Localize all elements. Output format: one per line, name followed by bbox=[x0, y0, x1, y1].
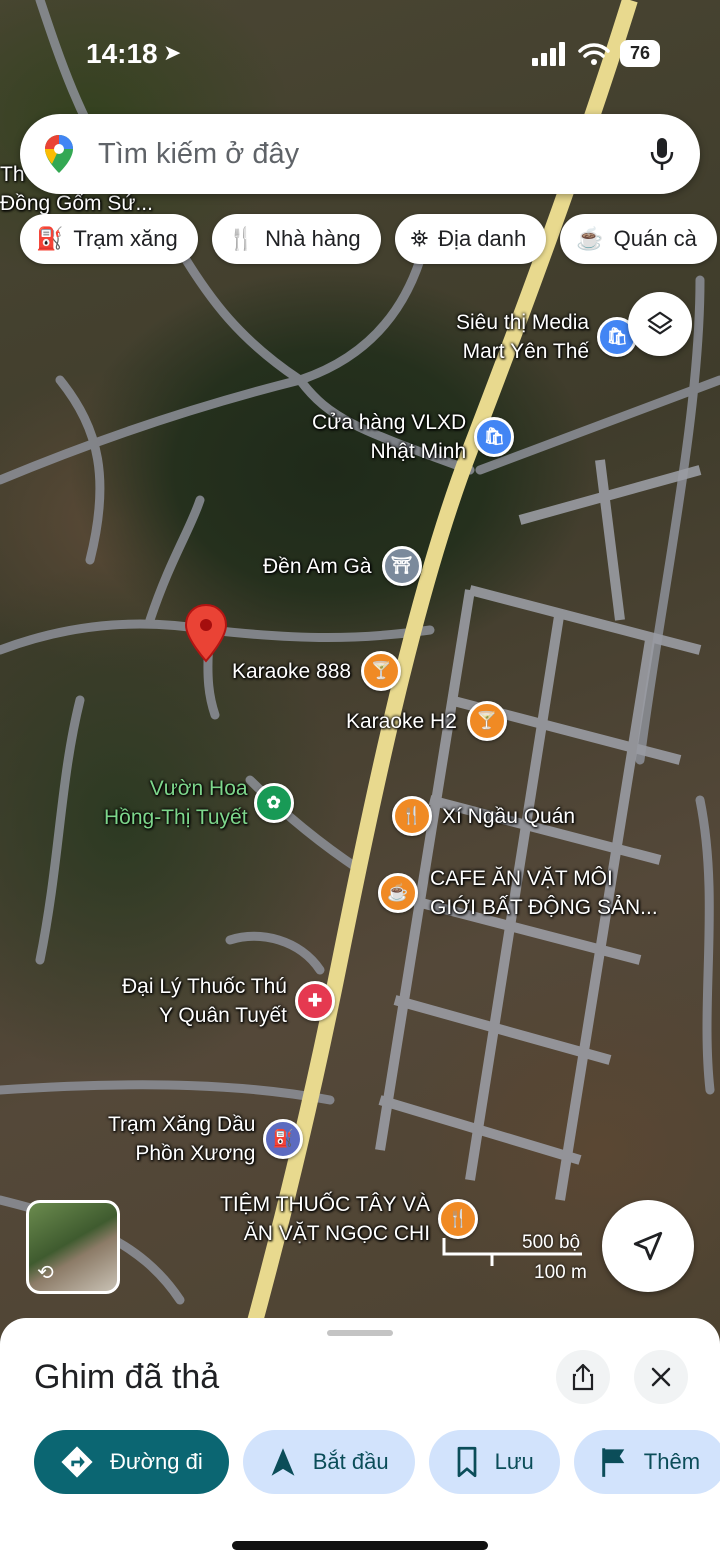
chip-restaurant[interactable]: 🍴 Nhà hàng bbox=[211, 214, 381, 264]
battery-indicator: 76 bbox=[619, 40, 660, 67]
more-button[interactable]: Thêm bbox=[573, 1430, 720, 1494]
home-indicator bbox=[232, 1541, 488, 1550]
fork-knife-icon: 🍴 bbox=[392, 796, 432, 836]
chip-label: Nhà hàng bbox=[265, 226, 361, 251]
poi-label-line2: Phồn Xương bbox=[135, 1142, 256, 1165]
poi-label-line1: Cửa hàng VLXD bbox=[312, 411, 467, 434]
directions-button[interactable]: Đường đi bbox=[34, 1430, 229, 1494]
location-arrow-icon: ➤ bbox=[163, 40, 182, 65]
chip-label: Địa danh bbox=[438, 226, 527, 251]
poi-cafe-an-vat[interactable]: ☕ CAFE ĂN VẶT MÔI GIỚI BẤT ĐỘNG SẢN... bbox=[378, 864, 658, 922]
microphone-icon[interactable] bbox=[650, 137, 674, 171]
poi-label-line1: Trạm Xăng Dầu bbox=[108, 1113, 256, 1136]
poi-karaoke-888[interactable]: Karaoke 888 🍸 bbox=[232, 651, 402, 691]
action-label: Đường đi bbox=[110, 1449, 203, 1474]
layers-icon bbox=[647, 311, 673, 335]
action-label: Bắt đầu bbox=[312, 1449, 389, 1474]
temple-icon: ⛩ bbox=[381, 546, 422, 586]
flower-icon: ✿ bbox=[253, 783, 294, 823]
close-button[interactable] bbox=[634, 1350, 688, 1404]
poi-karaoke-h2[interactable]: Karaoke H2 🍸 bbox=[346, 701, 507, 741]
bookmark-icon bbox=[455, 1446, 479, 1478]
map-layers-button[interactable] bbox=[628, 292, 692, 356]
action-label: Thêm bbox=[643, 1449, 701, 1474]
sheet-title: Ghim đã thả bbox=[34, 1358, 220, 1396]
poi-vlxd-nhat-minh[interactable]: Cửa hàng VLXD Nhật Minh 🛍 bbox=[312, 408, 515, 466]
start-button[interactable]: Bắt đầu bbox=[242, 1430, 415, 1494]
rotate-360-icon: ⟲ bbox=[37, 1262, 54, 1284]
cellular-signal-icon bbox=[531, 41, 565, 66]
share-icon bbox=[572, 1363, 594, 1391]
my-location-button[interactable] bbox=[602, 1200, 694, 1292]
directions-icon bbox=[60, 1445, 94, 1479]
poi-label-line1: CAFE ĂN VẶT MÔI bbox=[430, 867, 613, 890]
poi-sieu-thi-media-mart[interactable]: Siêu thị Media Mart Yên Thế 🛍 bbox=[456, 308, 638, 366]
poi-label-line2: ĂN VẶT NGỌC CHI bbox=[243, 1222, 431, 1245]
gas-pump-icon: ⛽ bbox=[263, 1119, 304, 1159]
street-view-thumbnail[interactable]: ⟲ bbox=[26, 1200, 120, 1294]
chip-label: Trạm xăng bbox=[73, 226, 178, 251]
poi-label-line1: Siêu thị Media bbox=[456, 311, 590, 334]
cocktail-icon: 🍸 bbox=[361, 651, 402, 691]
shopping-bag-icon: 🛍 bbox=[474, 417, 515, 457]
poi-label-line2: Nhật Minh bbox=[370, 440, 467, 463]
pharmacy-mortar-icon: ✚ bbox=[295, 981, 335, 1021]
satellite-map[interactable]: Th Đồng Gốm Sứ... Siêu thị Media Mart Yê… bbox=[0, 0, 720, 1340]
share-button[interactable] bbox=[556, 1350, 610, 1404]
poi-label: Xí Ngầu Quán bbox=[442, 804, 576, 828]
wifi-icon bbox=[578, 42, 610, 65]
chip-gas-station[interactable]: ⛽ Trạm xăng bbox=[20, 214, 198, 264]
landmark-icon: ⛯ bbox=[410, 226, 429, 251]
poi-label-line2: Y Quân Tuyết bbox=[158, 1004, 287, 1027]
bottom-sheet[interactable]: Ghim đã thả Đường đi Bắt đầu Lưu Thêm bbox=[0, 1318, 720, 1564]
scale-imperial: 500 bộ bbox=[522, 1232, 581, 1253]
poi-label: Đền Am Gà bbox=[263, 554, 372, 578]
poi-tiem-thuoc-ngoc-chi[interactable]: TIỆM THUỐC TÂY VÀ ĂN VẶT NGỌC CHI 🍴 bbox=[220, 1190, 479, 1248]
action-label: Lưu bbox=[494, 1449, 534, 1474]
gas-station-icon: ⛽ bbox=[36, 226, 64, 251]
search-bar[interactable]: Tìm kiếm ở đây bbox=[20, 114, 700, 194]
poi-label-prefix: Th bbox=[0, 163, 25, 186]
flag-icon bbox=[600, 1446, 628, 1478]
poi-vuon-hoa[interactable]: Vườn Hoa Hồng-Thị Tuyết ✿ bbox=[104, 774, 294, 832]
poi-label-line1: Vườn Hoa bbox=[149, 777, 248, 800]
poi-label-line2: Mart Yên Thế bbox=[462, 340, 590, 363]
poi-label: Karaoke H2 bbox=[346, 709, 457, 733]
poi-dai-ly-thuoc-thu-y[interactable]: Đại Lý Thuốc Thú Y Quân Tuyết ✚ bbox=[122, 972, 335, 1030]
google-maps-logo-icon bbox=[44, 134, 74, 174]
navigation-arrow-icon bbox=[633, 1231, 663, 1261]
poi-label-line2: Hồng-Thị Tuyết bbox=[104, 806, 248, 829]
poi-den-am-ga[interactable]: Đền Am Gà ⛩ bbox=[263, 546, 422, 586]
poi-label-line2: GIỚI BẤT ĐỘNG SẢN... bbox=[430, 896, 658, 919]
scale-metric: 100 m bbox=[534, 1262, 587, 1283]
chip-coffee[interactable]: ☕ Quán cà bbox=[560, 214, 717, 264]
poi-label: Karaoke 888 bbox=[232, 659, 352, 683]
fork-knife-icon: 🍴 bbox=[438, 1199, 479, 1239]
dropped-pin-icon[interactable] bbox=[184, 603, 228, 665]
restaurant-icon: 🍴 bbox=[227, 226, 256, 251]
navigation-arrow-icon bbox=[269, 1446, 297, 1478]
status-bar: 14:18 ➤ 76 bbox=[0, 0, 720, 100]
search-input[interactable]: Tìm kiếm ở đây bbox=[98, 138, 650, 171]
action-buttons: Đường đi Bắt đầu Lưu Thêm bbox=[34, 1430, 720, 1494]
cocktail-icon: 🍸 bbox=[466, 701, 507, 741]
chip-label: Quán cà bbox=[613, 226, 697, 251]
status-time: 14:18 bbox=[86, 38, 158, 69]
poi-xi-ngau-quan[interactable]: 🍴 Xí Ngầu Quán bbox=[392, 796, 575, 836]
poi-label: Đồng Gốm Sứ... bbox=[0, 192, 153, 215]
close-icon bbox=[651, 1367, 671, 1387]
poi-tram-xang-phon-xuong[interactable]: Trạm Xăng Dầu Phồn Xương ⛽ bbox=[108, 1110, 304, 1168]
sheet-drag-handle[interactable] bbox=[327, 1330, 393, 1336]
coffee-icon: ☕ bbox=[576, 226, 604, 251]
category-chips: ⛽ Trạm xăng 🍴 Nhà hàng ⛯ Địa danh ☕ Quán… bbox=[20, 214, 717, 264]
poi-label-line1: TIỆM THUỐC TÂY VÀ bbox=[220, 1193, 431, 1216]
poi-label-line1: Đại Lý Thuốc Thú bbox=[122, 975, 287, 998]
coffee-cup-icon: ☕ bbox=[378, 873, 418, 913]
chip-landmark[interactable]: ⛯ Địa danh bbox=[394, 214, 547, 264]
save-button[interactable]: Lưu bbox=[428, 1430, 560, 1494]
